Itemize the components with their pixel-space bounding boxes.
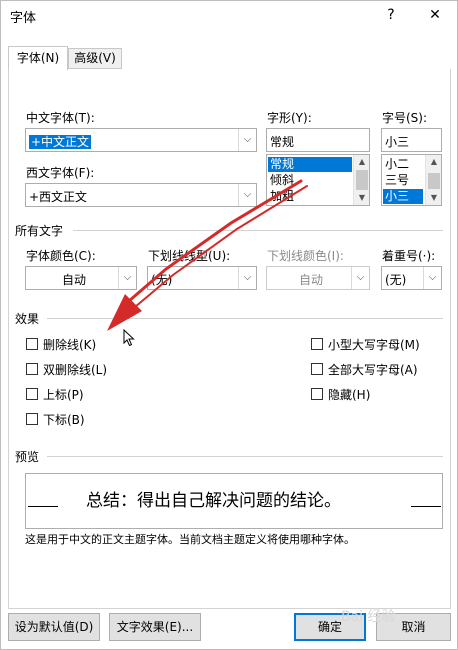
font-color-label: 字体颜色(C): — [26, 249, 96, 263]
strikethrough-label[interactable]: 删除线(K) — [43, 336, 96, 353]
scroll-up-icon[interactable]: ▲ — [426, 155, 441, 169]
set-default-button[interactable]: 设为默认值(D) — [8, 613, 100, 641]
chevron-down-icon: ⌵ — [423, 267, 441, 289]
emphasis-label: 着重号(·): — [382, 249, 436, 263]
superscript-checkbox[interactable] — [26, 388, 38, 400]
list-item[interactable]: 小二 — [383, 157, 409, 172]
chinese-font-label: 中文字体(T): — [26, 111, 95, 125]
list-item[interactable]: 倾斜 — [268, 173, 294, 188]
emphasis-combo[interactable]: (无) ⌵ — [381, 266, 442, 290]
font-style-input[interactable]: 常规 — [266, 128, 370, 152]
list-item[interactable]: 加粗 — [268, 189, 294, 204]
mouse-pointer-icon — [123, 328, 135, 351]
close-button[interactable]: ✕ — [425, 5, 445, 25]
dialog-title: 字体 — [10, 11, 37, 26]
chevron-down-icon: ⌵ — [351, 267, 369, 289]
underline-color-combo[interactable]: 自动 ⌵ — [266, 266, 370, 290]
list-item[interactable]: 三号 — [383, 173, 409, 188]
all-caps-label[interactable]: 全部大写字母(A) — [328, 361, 418, 378]
font-size-list[interactable]: 小二 三号 小三 ▲ ▼ — [381, 154, 442, 206]
effects-heading: 效果 — [15, 312, 40, 326]
group-divider — [47, 318, 443, 319]
chevron-down-icon: ⌵ — [238, 184, 256, 206]
font-color-value: 自动 — [62, 273, 87, 287]
font-style-value: 常规 — [270, 135, 295, 149]
western-font-label: 西文字体(F): — [26, 166, 95, 180]
double-strikethrough-label[interactable]: 双删除线(L) — [43, 361, 107, 378]
scroll-up-icon[interactable]: ▲ — [354, 155, 369, 169]
tab-font[interactable]: 字体(N) — [8, 46, 68, 71]
watermark: Bai 经验 — [341, 609, 396, 625]
western-font-value: +西文正文 — [29, 190, 88, 204]
underline-style-label: 下划线线型(U): — [148, 249, 231, 263]
subscript-label[interactable]: 下标(B) — [43, 411, 85, 428]
font-size-label: 字号(S): — [382, 111, 428, 125]
close-icon: ✕ — [429, 7, 441, 23]
underline-color-value: 自动 — [299, 273, 324, 287]
western-font-combo[interactable]: +西文正文 ⌵ — [25, 183, 257, 207]
font-size-scrollbar[interactable]: ▲ ▼ — [425, 155, 441, 205]
underline-color-label: 下划线颜色(I): — [267, 249, 344, 263]
hidden-checkbox[interactable] — [311, 388, 323, 400]
chevron-down-icon: ⌵ — [118, 267, 136, 289]
emphasis-value: (无) — [385, 273, 407, 287]
superscript-label[interactable]: 上标(P) — [43, 386, 84, 403]
preview-heading: 预览 — [15, 450, 40, 464]
double-strikethrough-checkbox[interactable] — [26, 363, 38, 375]
font-size-value: 小三 — [385, 135, 410, 149]
tab-advanced[interactable]: 高级(V) — [68, 48, 122, 69]
small-caps-label[interactable]: 小型大写字母(M) — [328, 336, 420, 353]
scroll-down-icon[interactable]: ▼ — [426, 191, 441, 205]
help-button[interactable]: ? — [381, 5, 401, 25]
preview-baseline-left — [28, 506, 58, 507]
scroll-down-icon[interactable]: ▼ — [354, 191, 369, 205]
subscript-checkbox[interactable] — [26, 413, 38, 425]
group-divider — [47, 456, 443, 457]
font-dialog: 字体 ? ✕ 字体(N) 高级(V) 中文字体(T): +中文正文 ⌵ 西文字体… — [0, 0, 458, 650]
scroll-thumb[interactable] — [428, 173, 440, 189]
all-text-heading: 所有文字 — [15, 224, 64, 238]
preview-sample-text: 总结：得出自己解决问题的结论。 — [86, 491, 341, 511]
small-caps-checkbox[interactable] — [311, 338, 323, 350]
underline-style-combo[interactable]: (无) ⌵ — [147, 266, 257, 290]
chevron-down-icon: ⌵ — [238, 129, 256, 151]
text-effects-button[interactable]: 文字效果(E)... — [109, 613, 201, 641]
chinese-font-combo[interactable]: +中文正文 ⌵ — [25, 128, 257, 152]
list-item[interactable]: 常规 — [268, 157, 352, 172]
preview-baseline-right — [411, 506, 441, 507]
strikethrough-checkbox[interactable] — [26, 338, 38, 350]
font-color-combo[interactable]: 自动 ⌵ — [25, 266, 137, 290]
chevron-down-icon: ⌵ — [238, 267, 256, 289]
all-caps-checkbox[interactable] — [311, 363, 323, 375]
font-style-scrollbar[interactable]: ▲ ▼ — [353, 155, 369, 205]
list-item[interactable]: 小三 — [383, 189, 423, 204]
font-size-input[interactable]: 小三 — [381, 128, 442, 152]
font-style-list[interactable]: 常规 倾斜 加粗 ▲ ▼ — [266, 154, 370, 206]
font-style-label: 字形(Y): — [267, 111, 312, 125]
chinese-font-value: +中文正文 — [29, 135, 92, 149]
underline-style-value: (无) — [151, 273, 173, 287]
preview-note: 这是用于中文的正文主题字体。当前文档主题定义将使用哪种字体。 — [25, 533, 355, 546]
hidden-label[interactable]: 隐藏(H) — [328, 386, 370, 403]
scroll-thumb[interactable] — [356, 170, 368, 190]
group-divider — [73, 230, 443, 231]
